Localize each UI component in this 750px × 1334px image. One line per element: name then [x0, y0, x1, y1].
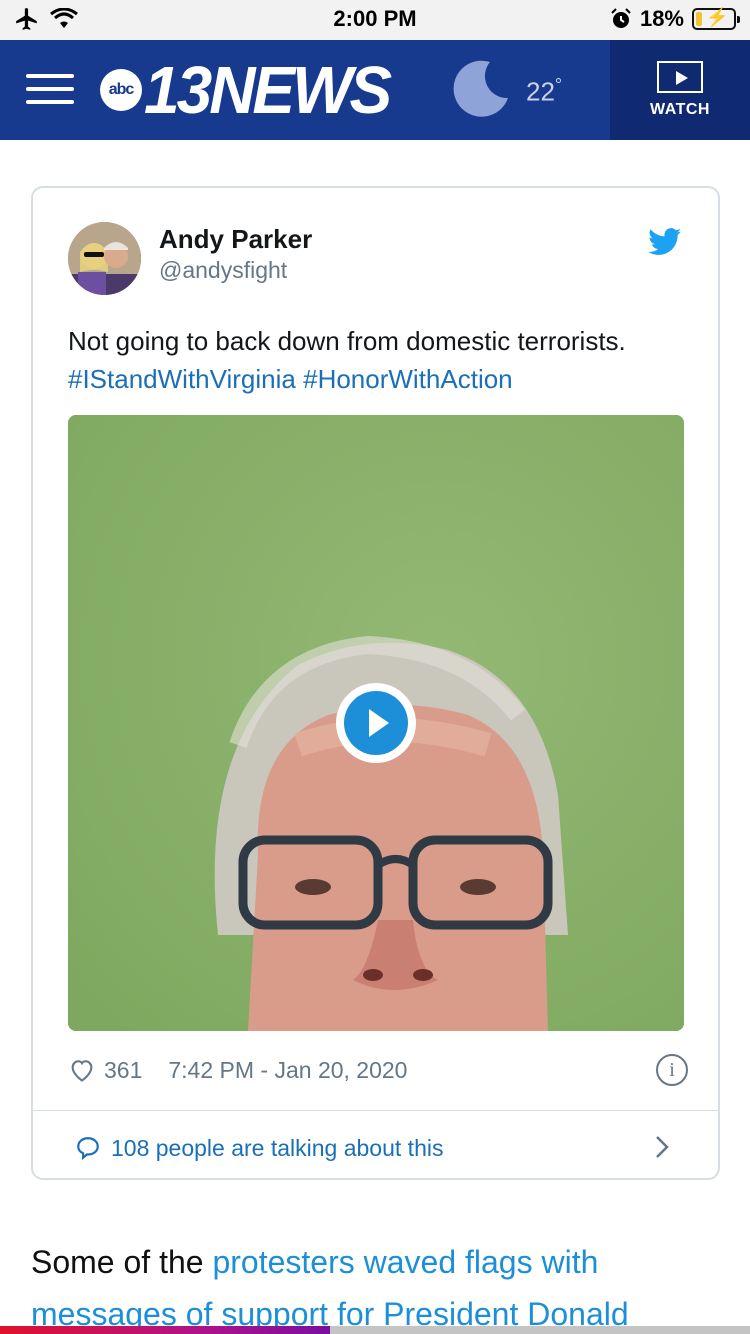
- weather-widget[interactable]: 22°: [450, 58, 562, 120]
- play-icon: [344, 691, 408, 755]
- article-link[interactable]: protesters waved flags with: [212, 1244, 598, 1280]
- tweet-meta: 361 7:42 PM - Jan 20, 2020 i: [68, 1052, 688, 1088]
- author-name[interactable]: Andy Parker: [159, 224, 312, 255]
- menu-icon[interactable]: [26, 74, 74, 104]
- status-bar: 2:00 PM 18% ⚡: [0, 0, 750, 40]
- logo-text: 13NEWS: [144, 52, 392, 128]
- alarm-icon: [611, 8, 631, 28]
- twitter-bird-icon[interactable]: [648, 228, 682, 256]
- author-handle[interactable]: @andysfight: [159, 257, 287, 284]
- battery-percent: 18%: [639, 6, 684, 31]
- tweet-text: Not going to back down from domestic ter…: [68, 322, 688, 398]
- site-header: abc 13NEWS 22° WATCH: [0, 40, 750, 140]
- embedded-tweet: Andy Parker @andysfight Not going to bac…: [31, 186, 720, 1180]
- status-right: 18% ⚡: [610, 6, 740, 32]
- article-text: Some of the: [31, 1244, 213, 1280]
- heart-icon[interactable]: [68, 1056, 96, 1084]
- watch-button[interactable]: WATCH: [610, 40, 750, 140]
- avatar[interactable]: [68, 222, 141, 295]
- play-video-icon: [657, 61, 703, 93]
- temperature: 22°: [526, 74, 563, 107]
- comment-bubble-icon: [77, 1137, 99, 1161]
- talking-count: 108 people are talking about this: [111, 1134, 444, 1161]
- tweet-timestamp[interactable]: 7:42 PM - Jan 20, 2020: [168, 1057, 407, 1084]
- site-logo[interactable]: abc 13NEWS: [100, 52, 392, 128]
- conversation-link[interactable]: 108 people are talking about this: [75, 1132, 675, 1164]
- article-line-1: Some of the protesters waved flags with: [31, 1236, 721, 1288]
- like-count[interactable]: 361: [104, 1057, 142, 1084]
- hashtag-link[interactable]: #IStandWithVirginia: [68, 364, 296, 394]
- battery-icon: ⚡: [692, 7, 740, 30]
- reading-progress-fill: [0, 1326, 330, 1334]
- watch-label: WATCH: [650, 101, 710, 118]
- moon-icon: [453, 60, 508, 117]
- tweet-body: Not going to back down from domestic ter…: [68, 326, 626, 356]
- play-button[interactable]: [336, 683, 416, 763]
- reading-progress-bar: [0, 1326, 750, 1334]
- chevron-right-icon[interactable]: [654, 1134, 670, 1160]
- divider: [33, 1110, 718, 1111]
- abc-logo: abc: [100, 69, 142, 111]
- hashtag-link[interactable]: #HonorWithAction: [303, 364, 513, 394]
- article-body: Some of the protesters waved flags with …: [31, 1236, 721, 1334]
- tweet-video[interactable]: [68, 415, 684, 1031]
- info-icon[interactable]: i: [656, 1054, 688, 1086]
